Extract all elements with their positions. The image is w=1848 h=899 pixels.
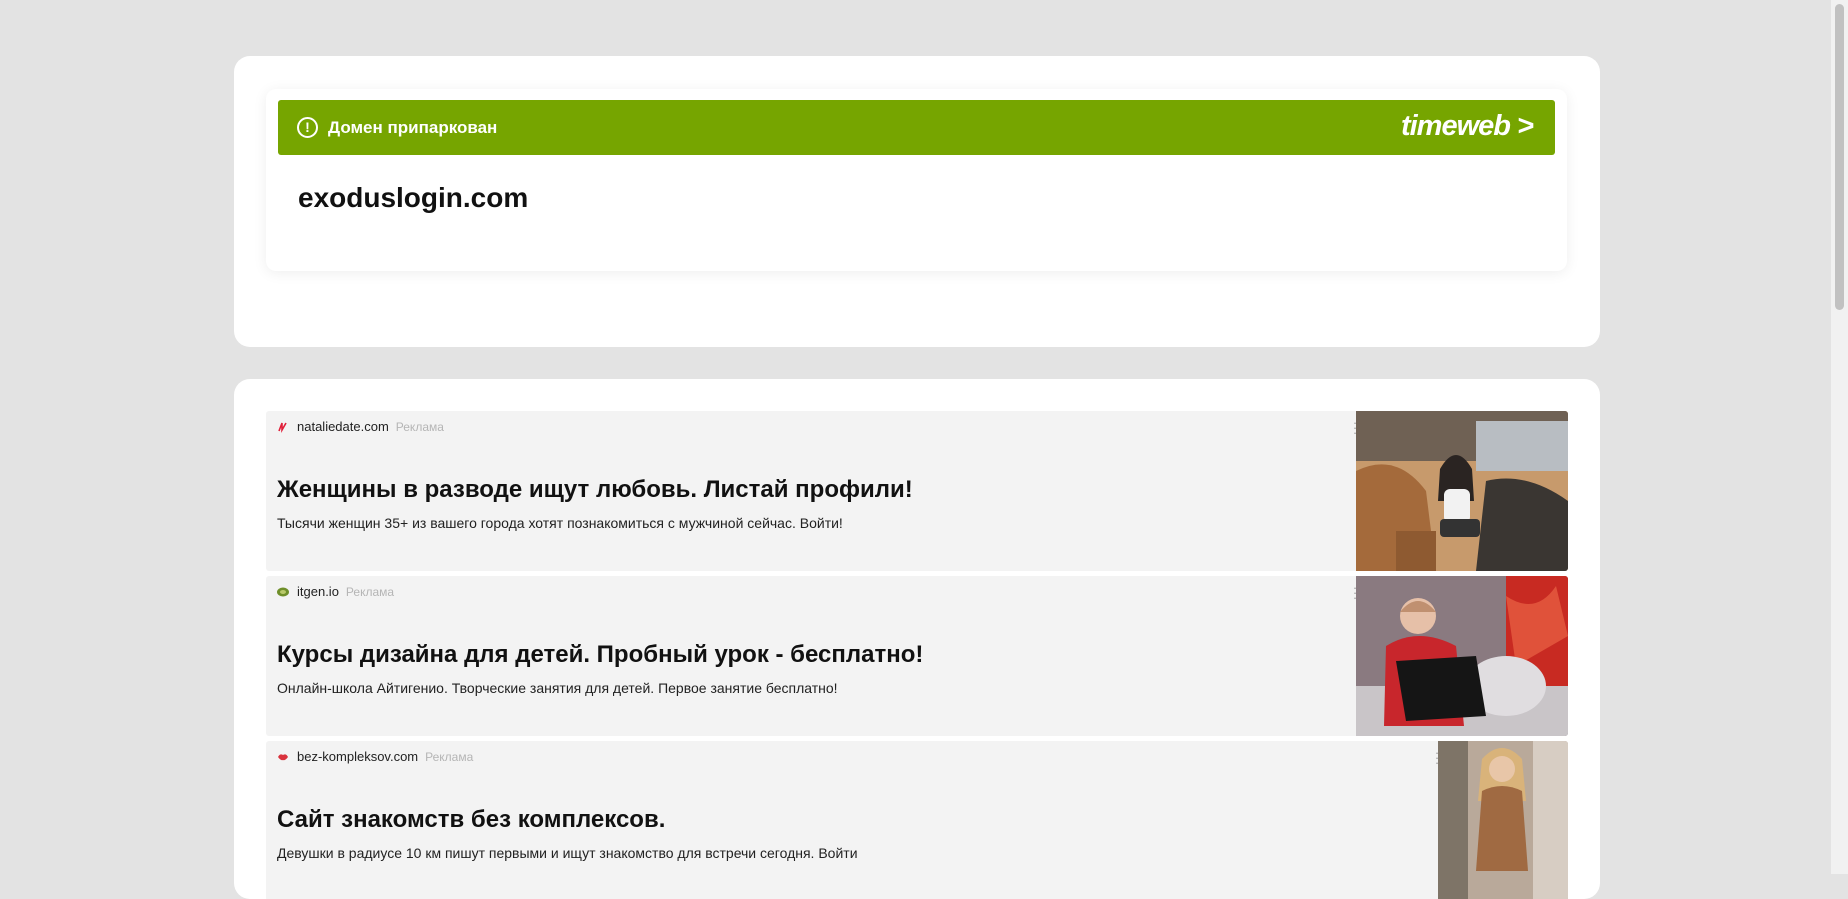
exclamation-circle-icon: ! xyxy=(297,117,318,138)
ad-description[interactable]: Девушки в радиусе 10 км пишут первыми и … xyxy=(277,844,858,862)
ad-source-domain[interactable]: bez-kompleksov.com xyxy=(297,749,418,765)
ad-source[interactable]: nataliedate.com Реклама xyxy=(277,419,444,435)
ad-image-child-with-laptop[interactable] xyxy=(1356,576,1568,736)
lips-favicon-icon xyxy=(278,754,288,761)
parked-status-text: Домен припаркован xyxy=(328,118,498,137)
ad-item[interactable]: itgen.io Реклама · · · Курсы дизайна для д… xyxy=(266,576,1568,736)
timeweb-logo-link[interactable]: timeweb > xyxy=(1401,110,1534,142)
ad-item[interactable]: bez-kompleksov.com Реклама · · · Сайт знак… xyxy=(266,741,1568,899)
parking-card: ! Домен припаркован timeweb > exoduslogi… xyxy=(234,56,1600,347)
ad-title[interactable]: Курсы дизайна для детей. Пробный урок - … xyxy=(277,640,923,670)
ad-label: Реклама xyxy=(395,420,444,434)
ad-image-woman-in-car[interactable] xyxy=(1356,411,1568,571)
parked-banner: ! Домен припаркован timeweb > xyxy=(278,100,1555,155)
ad-title[interactable]: Женщины в разводе ищут любовь. Листай пр… xyxy=(277,475,913,505)
domain-name: exoduslogin.com xyxy=(298,182,529,213)
page-scrollbar[interactable] xyxy=(1831,0,1848,874)
scrollbar-thumb[interactable] xyxy=(1835,4,1844,310)
ad-description[interactable]: Онлайн-школа Айтигенио. Творческие занят… xyxy=(277,679,838,697)
itgen-favicon-icon xyxy=(277,587,289,597)
ad-item[interactable]: nataliedate.com Реклама · · · Женщины в ра… xyxy=(266,411,1568,571)
ad-source[interactable]: itgen.io Реклама xyxy=(277,584,394,600)
ad-label: Реклама xyxy=(345,585,395,599)
ad-image-woman-in-dress[interactable] xyxy=(1438,741,1568,899)
ad-source-domain[interactable]: itgen.io xyxy=(297,584,339,600)
ad-source-domain[interactable]: nataliedate.com xyxy=(297,419,389,435)
ad-title[interactable]: Сайт знакомств без комплексов. xyxy=(277,805,665,835)
ad-label: Реклама xyxy=(425,750,474,764)
nataliedate-favicon-icon xyxy=(278,422,287,433)
ad-description[interactable]: Тысячи женщин 35+ из вашего города хотят… xyxy=(277,514,843,532)
parking-panel: ! Домен припаркован timeweb > exoduslogi… xyxy=(266,89,1567,271)
ads-card: nataliedate.com Реклама · · · Женщины в ра… xyxy=(234,379,1600,899)
ad-source[interactable]: bez-kompleksov.com Реклама xyxy=(277,749,473,765)
